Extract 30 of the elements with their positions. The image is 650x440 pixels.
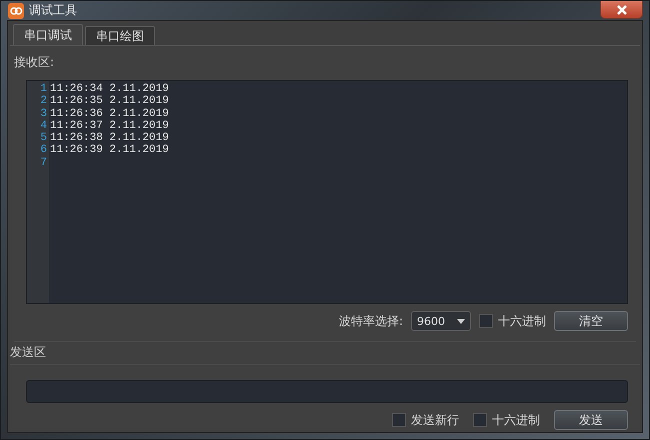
line-number: 2 — [40, 95, 48, 108]
close-button[interactable] — [600, 1, 643, 19]
baud-select[interactable]: 9600 — [411, 311, 471, 331]
tab[interactable]: 串口调试 — [13, 24, 83, 45]
send-input-field[interactable] — [26, 380, 628, 403]
log-line: 11:26:34 2.11.2019 — [50, 83, 169, 96]
tab[interactable]: 串口绘图 — [85, 26, 155, 45]
hex-checkbox[interactable]: 十六进制 — [479, 312, 546, 330]
hex-checkbox[interactable]: 十六进制 — [473, 412, 540, 428]
clear-button[interactable]: 清空 — [554, 311, 628, 331]
line-number: 4 — [40, 120, 48, 132]
line-number: 5 — [40, 132, 48, 144]
log-line: 11:26:39 2.11.2019 — [50, 144, 169, 157]
line-number: 6 — [40, 144, 48, 157]
baud-label: 波特率选择: — [338, 312, 403, 330]
receive-label: 接收区: — [14, 54, 56, 71]
line-number: 3 — [40, 108, 48, 120]
window-title: 调试工具 — [29, 2, 77, 19]
log-line: 11:26:37 2.11.2019 — [50, 120, 169, 132]
close-icon — [616, 4, 628, 14]
log-line: 11:26:35 2.11.2019 — [50, 95, 169, 108]
app-logo-icon — [8, 2, 24, 18]
line-number: 1 — [40, 83, 48, 96]
log-line: 11:26:36 2.11.2019 — [50, 108, 169, 120]
send-label: 发送区 — [10, 344, 47, 361]
newline-checkbox[interactable]: 发送新行 — [392, 412, 459, 428]
caret-icon — [457, 318, 465, 324]
send-button[interactable]: 发送 — [554, 410, 628, 430]
log-line: 11:26:38 2.11.2019 — [50, 132, 169, 144]
line-number: 7 — [40, 156, 48, 170]
